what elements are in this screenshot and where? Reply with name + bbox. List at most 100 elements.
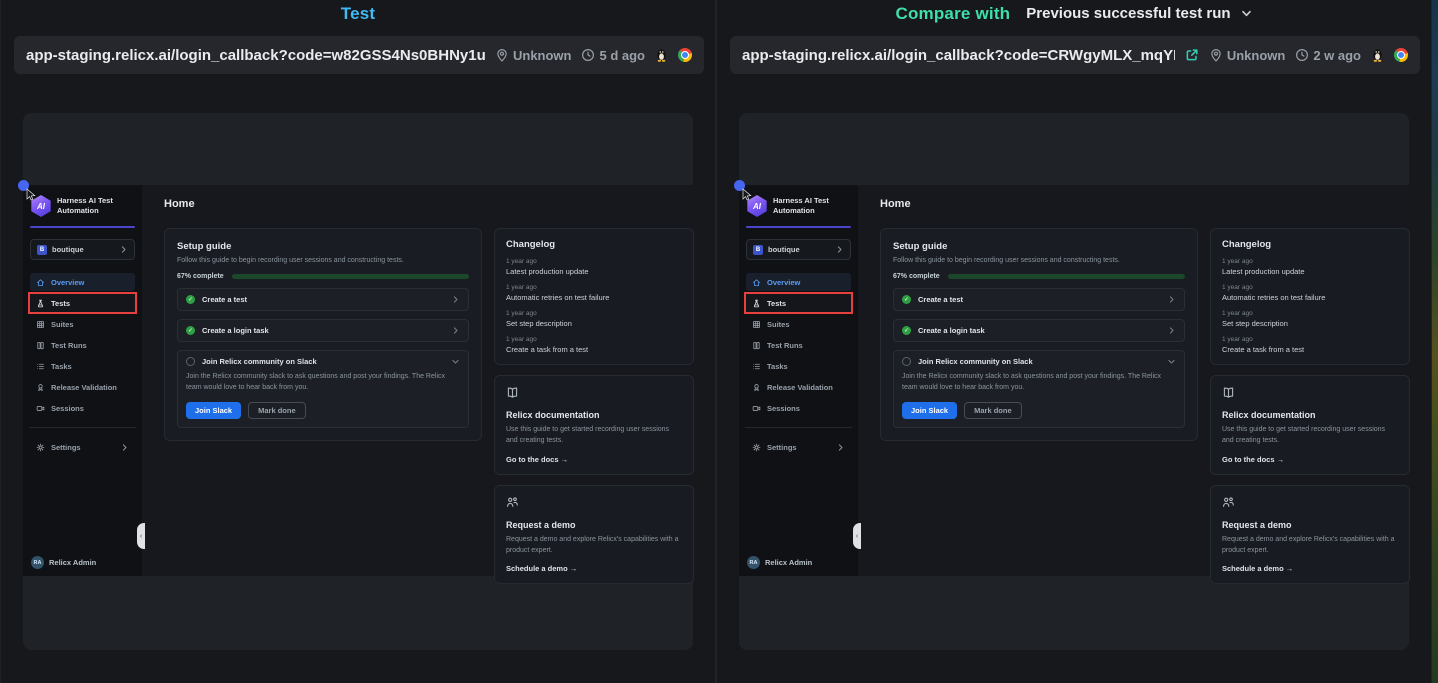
progress-row: 67% complete xyxy=(177,273,469,280)
project-badge: B xyxy=(37,245,47,255)
request-demo-card: Request a demo Request a demo and explor… xyxy=(494,485,694,585)
changelog-entry: 1 year ago Set step description xyxy=(1222,310,1398,328)
sidebar-collapse-handle: ‹ xyxy=(137,523,145,549)
sidebar-item-sessions: Sessions xyxy=(30,399,135,417)
clock-icon xyxy=(1295,48,1309,62)
people-icon xyxy=(506,496,519,509)
sidebar-item-release-validation: Release Validation xyxy=(30,378,135,396)
chevron-right-icon xyxy=(451,295,460,304)
people-icon xyxy=(1222,496,1235,509)
panel-header: Test xyxy=(1,0,715,27)
progress-bar xyxy=(232,274,469,279)
compare-run-dropdown[interactable]: Previous successful test run xyxy=(1026,5,1252,22)
progress-row: 67% complete xyxy=(893,273,1185,280)
sidebar-nav: Overview Tests Suites Test Runs xyxy=(30,273,135,417)
sidebar-item-overview: Overview xyxy=(30,273,135,291)
project-selector: B boutique xyxy=(30,239,135,260)
documentation-card: Relicx documentation Use this guide to g… xyxy=(494,375,694,475)
go-to-docs-link: Go to the docs → xyxy=(1222,455,1398,464)
location-meta: Unknown xyxy=(1209,48,1286,63)
schedule-demo-link: Schedule a demo → xyxy=(506,564,682,573)
changelog-entry: 1 year ago Automatic retries on test fai… xyxy=(1222,284,1398,302)
chevron-down-icon xyxy=(1167,357,1176,366)
sidebar-divider xyxy=(745,427,852,428)
changelog-entry: 1 year ago Create a task from a test xyxy=(506,336,682,354)
sidebar-item-settings: Settings xyxy=(30,438,135,456)
compare-run-label: Previous successful test run xyxy=(1026,5,1230,22)
schedule-demo-link: Schedule a demo → xyxy=(1222,564,1398,573)
chevron-right-icon xyxy=(451,326,460,335)
changelog-entry: 1 year ago Set step description xyxy=(506,310,682,328)
chevron-down-icon xyxy=(1240,7,1253,20)
avatar: RA xyxy=(747,556,760,569)
location-label: Unknown xyxy=(1227,48,1286,63)
user-account: RA Relicx Admin xyxy=(747,556,812,569)
changelog-entry: 1 year ago Create a task from a test xyxy=(1222,336,1398,354)
mouse-cursor-icon xyxy=(741,188,753,202)
sidebar-item-suites: Suites xyxy=(746,315,851,333)
columns-icon xyxy=(36,341,45,350)
list-icon xyxy=(752,362,761,371)
grid-icon xyxy=(36,320,45,329)
setup-guide-card: Setup guide Follow this guide to begin r… xyxy=(880,228,1198,441)
book-icon xyxy=(1222,386,1235,399)
url-bar: app-staging.relicx.ai/login_callback?cod… xyxy=(14,36,704,74)
panel-header: Compare with Previous successful test ru… xyxy=(717,0,1431,27)
progress-bar xyxy=(948,274,1185,279)
documentation-card: Relicx documentation Use this guide to g… xyxy=(1210,375,1410,475)
sidebar-item-suites: Suites xyxy=(30,315,135,333)
app-main: Home Setup guide Follow this guide to be… xyxy=(142,185,693,576)
location-pin-icon xyxy=(1209,48,1223,62)
app-sidebar: AI Harness AI Test Automation B boutique xyxy=(739,185,858,576)
age-meta: 5 d ago xyxy=(581,48,645,63)
location-label: Unknown xyxy=(513,48,572,63)
list-icon xyxy=(36,362,45,371)
badge-check-icon xyxy=(36,383,45,392)
sidebar-item-tests: Tests xyxy=(746,294,851,312)
page-url[interactable]: app-staging.relicx.ai/login_callback?cod… xyxy=(742,47,1175,64)
mouse-cursor-icon xyxy=(25,188,37,202)
changelog-entry: 1 year ago Latest production update xyxy=(1222,258,1398,276)
sidebar-item-test-runs: Test Runs xyxy=(746,336,851,354)
linux-os-icon xyxy=(1371,48,1384,62)
setup-item-join-slack: Join Relicx community on Slack Join the … xyxy=(177,350,469,428)
sidebar-item-tests: Tests xyxy=(30,294,135,312)
page-title: Home xyxy=(880,198,911,210)
external-link-icon[interactable] xyxy=(1185,48,1199,62)
panel-title: Test xyxy=(341,4,376,24)
unchecked-circle-icon xyxy=(902,357,911,366)
chevron-right-icon xyxy=(1167,295,1176,304)
sidebar-item-settings: Settings xyxy=(746,438,851,456)
age-meta: 2 w ago xyxy=(1295,48,1361,63)
chevron-right-icon xyxy=(120,443,129,452)
screenshot-container[interactable]: AI Harness AI Test Automation B boutique xyxy=(23,113,693,650)
slack-description: Join the Relicx community slack to ask q… xyxy=(902,372,1176,394)
page-url[interactable]: app-staging.relicx.ai/login_callback?cod… xyxy=(26,47,485,64)
compare-view: Test app-staging.relicx.ai/login_callbac… xyxy=(0,0,1438,683)
user-name: Relicx Admin xyxy=(49,558,96,567)
right-column: Changelog 1 year ago Latest production u… xyxy=(1210,228,1410,594)
sidebar-divider xyxy=(29,427,136,428)
test-run-panel: Test app-staging.relicx.ai/login_callbac… xyxy=(0,0,716,683)
screenshot-container[interactable]: AI Harness AI Test Automation B boutique xyxy=(739,113,1409,650)
chrome-browser-icon xyxy=(678,48,692,62)
brand-divider xyxy=(30,226,135,228)
gear-icon xyxy=(36,443,45,452)
setup-guide-description: Follow this guide to begin recording use… xyxy=(177,257,469,264)
brand: AI Harness AI Test Automation xyxy=(746,195,851,217)
home-icon xyxy=(752,278,761,287)
join-slack-button: Join Slack xyxy=(186,402,241,419)
setup-item-create-login-task: Create a login task xyxy=(177,319,469,342)
columns-icon xyxy=(752,341,761,350)
join-slack-button: Join Slack xyxy=(902,402,957,419)
setup-item-join-slack: Join Relicx community on Slack Join the … xyxy=(893,350,1185,428)
desktop-wallpaper-edge xyxy=(1432,0,1438,683)
go-to-docs-link: Go to the docs → xyxy=(506,455,682,464)
sidebar-item-test-runs: Test Runs xyxy=(30,336,135,354)
chevron-right-icon xyxy=(1167,326,1176,335)
test-run-panel: Compare with Previous successful test ru… xyxy=(716,0,1432,683)
age-label: 2 w ago xyxy=(1313,48,1361,63)
right-column: Changelog 1 year ago Latest production u… xyxy=(494,228,694,594)
setup-guide-title: Setup guide xyxy=(893,241,1185,252)
sidebar-collapse-handle: ‹ xyxy=(853,523,861,549)
